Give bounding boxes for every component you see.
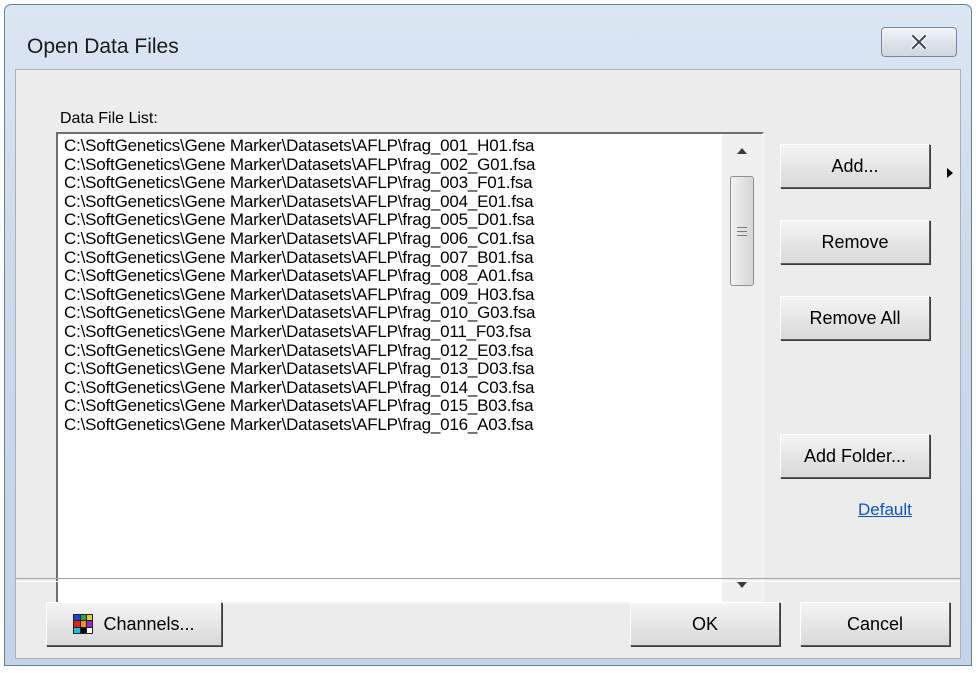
add-menu-arrow-icon[interactable] [946,166,954,184]
default-link[interactable]: Default [858,500,912,520]
data-file-list-label: Data File List: [60,110,158,127]
dialog-client-area: Data File List: C:\SoftGenetics\Gene Mar… [15,69,961,659]
list-item[interactable]: C:\SoftGenetics\Gene Marker\Datasets\AFL… [64,378,718,398]
data-file-list-items: C:\SoftGenetics\Gene Marker\Datasets\AFL… [58,134,718,602]
cancel-button[interactable]: Cancel [800,602,950,646]
list-item[interactable]: C:\SoftGenetics\Gene Marker\Datasets\AFL… [64,267,718,286]
list-item[interactable]: C:\SoftGenetics\Gene Marker\Datasets\AFL… [64,360,718,379]
dialog-separator [16,578,960,582]
list-item[interactable]: C:\SoftGenetics\Gene Marker\Datasets\AFL… [64,155,718,175]
list-item[interactable]: C:\SoftGenetics\Gene Marker\Datasets\AFL… [64,211,718,230]
list-scrollbar[interactable] [722,134,762,602]
list-item[interactable]: C:\SoftGenetics\Gene Marker\Datasets\AFL… [64,174,718,193]
list-item[interactable]: C:\SoftGenetics\Gene Marker\Datasets\AFL… [64,248,718,268]
dialog-title: Open Data Files [27,35,179,58]
scroll-up-button[interactable] [722,134,762,168]
list-item[interactable]: C:\SoftGenetics\Gene Marker\Datasets\AFL… [64,136,718,156]
data-file-listbox[interactable]: C:\SoftGenetics\Gene Marker\Datasets\AFL… [56,132,764,604]
color-grid-icon [73,614,94,634]
list-item[interactable]: C:\SoftGenetics\Gene Marker\Datasets\AFL… [64,397,718,416]
scroll-up-arrow-icon [736,142,748,160]
ok-button[interactable]: OK [630,602,780,646]
scroll-thumb[interactable] [730,176,754,286]
close-icon [911,35,927,49]
open-data-files-dialog: Open Data Files Data File List: C:\SoftG… [4,4,972,666]
list-item[interactable]: C:\SoftGenetics\Gene Marker\Datasets\AFL… [64,192,718,212]
add-button[interactable]: Add... [780,144,930,188]
list-item[interactable]: C:\SoftGenetics\Gene Marker\Datasets\AFL… [64,341,718,361]
scroll-down-button[interactable] [722,568,762,602]
close-button[interactable] [881,27,957,57]
add-folder-button[interactable]: Add Folder... [780,434,930,478]
list-item[interactable]: C:\SoftGenetics\Gene Marker\Datasets\AFL… [64,415,718,435]
channels-button[interactable]: Channels... [46,602,222,646]
list-item[interactable]: C:\SoftGenetics\Gene Marker\Datasets\AFL… [64,304,718,323]
list-item[interactable]: C:\SoftGenetics\Gene Marker\Datasets\AFL… [64,322,718,342]
list-item[interactable]: C:\SoftGenetics\Gene Marker\Datasets\AFL… [64,229,718,249]
remove-button[interactable]: Remove [780,220,930,264]
channels-button-label: Channels... [103,613,195,634]
scroll-thumb-grip-icon [737,226,747,236]
list-item[interactable]: C:\SoftGenetics\Gene Marker\Datasets\AFL… [64,285,718,305]
title-bar: Open Data Files [5,5,971,67]
remove-all-button[interactable]: Remove All [780,296,930,340]
